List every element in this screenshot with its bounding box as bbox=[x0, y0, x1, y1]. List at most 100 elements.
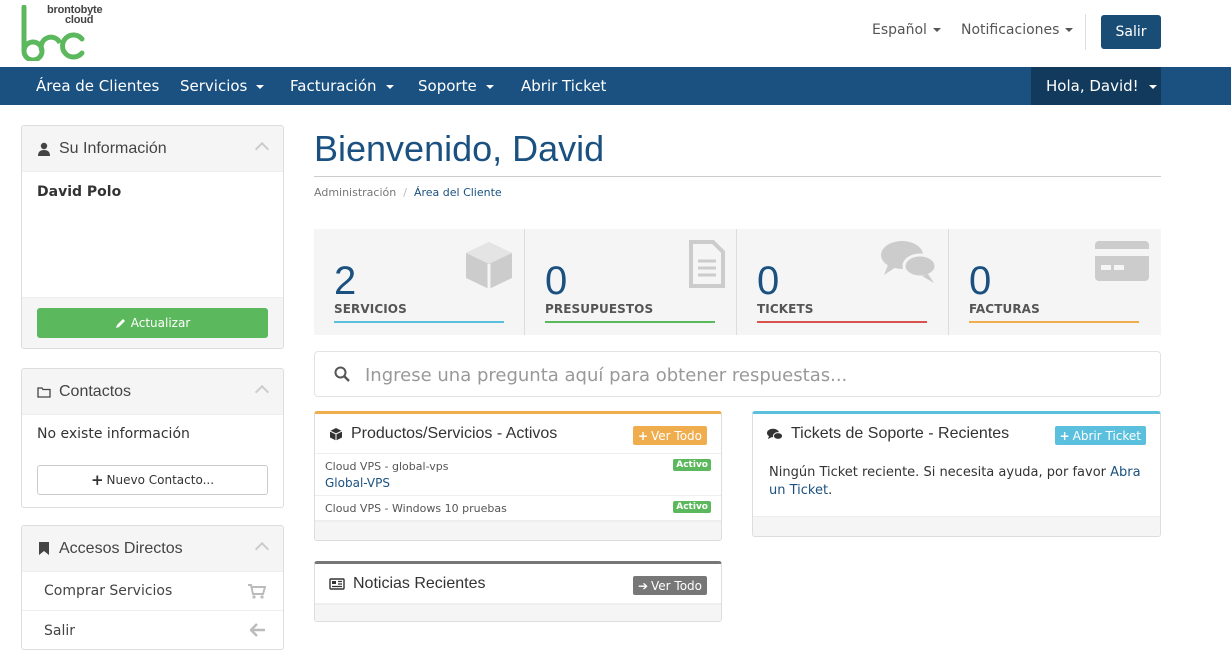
search-icon bbox=[334, 366, 350, 386]
nav-label: Servicios bbox=[180, 77, 248, 95]
nav-label: Área de Clientes bbox=[36, 77, 160, 95]
arrow-left-icon bbox=[249, 623, 266, 641]
arrow-right-icon: ➔ bbox=[637, 578, 648, 593]
service-row[interactable]: Cloud VPS - Windows 10 pruebas Activo bbox=[315, 496, 721, 521]
panel-header: Accesos Directos bbox=[22, 526, 283, 572]
caret-down-icon bbox=[256, 84, 265, 89]
panel-header: Su Información bbox=[22, 126, 283, 172]
button-label: Actualizar bbox=[130, 316, 191, 330]
language-dropdown[interactable]: Español bbox=[872, 22, 941, 38]
cube-icon bbox=[329, 427, 343, 441]
card-header: Productos/Servicios - Activos + Ver Todo bbox=[315, 414, 721, 454]
chevron-up-icon[interactable] bbox=[254, 541, 270, 557]
service-name: Cloud VPS - Windows 10 pruebas bbox=[325, 502, 507, 515]
status-badge: Activo bbox=[673, 459, 711, 471]
tickets-text: Ningún Ticket reciente. Si necesita ayud… bbox=[769, 465, 1107, 480]
card-recent-tickets: Tickets de Soporte - Recientes + Abrir Ti… bbox=[752, 411, 1161, 537]
search-input[interactable] bbox=[365, 360, 1145, 390]
title-divider bbox=[314, 176, 1161, 177]
tile-label: FACTURAS bbox=[969, 302, 1040, 316]
new-contact-button[interactable]: + Nuevo Contacto... bbox=[37, 465, 268, 495]
chevron-up-icon[interactable] bbox=[254, 384, 270, 400]
tile-label: PRESUPUESTOS bbox=[545, 302, 654, 316]
nav-services[interactable]: Servicios bbox=[180, 67, 265, 105]
tile-services[interactable]: 2 SERVICIOS bbox=[314, 229, 525, 335]
products-view-all-button[interactable]: + Ver Todo bbox=[632, 426, 707, 445]
contacts-empty-text: No existe información bbox=[37, 426, 190, 442]
nav-billing[interactable]: Facturación bbox=[290, 67, 394, 105]
breadcrumb: Administración / Área del Cliente bbox=[314, 186, 502, 199]
top-header: brontobyte cloud Español Notificaciones … bbox=[0, 0, 1231, 67]
tile-invoices[interactable]: 0 FACTURAS bbox=[949, 229, 1160, 335]
panel-shortcuts: Accesos Directos Comprar Servicios Salir bbox=[21, 525, 284, 650]
plus-icon: + bbox=[637, 428, 648, 443]
card-footer bbox=[753, 516, 1160, 536]
service-domain-link[interactable]: Global-VPS bbox=[325, 476, 711, 490]
panel-title: Su Información bbox=[59, 139, 167, 157]
card-header: Tickets de Soporte - Recientes + Abrir Ti… bbox=[753, 414, 1160, 454]
service-row[interactable]: Cloud VPS - global-vps Global-VPS Activo bbox=[315, 454, 721, 496]
shortcut-logout[interactable]: Salir bbox=[22, 611, 283, 649]
open-ticket-button[interactable]: + Abrir Ticket bbox=[1054, 426, 1146, 445]
nav-label: Abrir Ticket bbox=[521, 77, 607, 95]
caret-down-icon bbox=[1148, 84, 1157, 89]
folder-icon bbox=[37, 385, 51, 399]
user-greeting: Hola, David! bbox=[1046, 77, 1139, 95]
panel-your-info: Su Información David Polo Actualizar bbox=[21, 125, 284, 349]
user-menu[interactable]: Hola, David! bbox=[1031, 67, 1161, 105]
tile-value: 0 bbox=[545, 259, 568, 303]
breadcrumb-separator: / bbox=[403, 186, 407, 199]
credit-card-icon bbox=[1094, 239, 1150, 287]
tile-value: 0 bbox=[969, 259, 992, 303]
button-label: Ver Todo bbox=[651, 428, 702, 443]
news-view-all-button[interactable]: ➔ Ver Todo bbox=[632, 576, 707, 595]
panel-contacts: Contactos No existe información + Nuevo … bbox=[21, 368, 284, 508]
language-label: Español bbox=[872, 22, 927, 38]
header-divider bbox=[1085, 14, 1086, 50]
caret-down-icon bbox=[385, 84, 394, 89]
chevron-up-icon[interactable] bbox=[254, 141, 270, 157]
shortcut-label: Salir bbox=[44, 622, 76, 639]
tile-quotes[interactable]: 0 PRESUPUESTOS bbox=[525, 229, 736, 335]
tile-underline bbox=[545, 321, 715, 323]
caret-down-icon bbox=[1065, 28, 1074, 32]
caret-down-icon bbox=[932, 28, 941, 32]
open-ticket-link-continued[interactable]: Ticket bbox=[790, 483, 828, 498]
service-name: Cloud VPS - global-vps bbox=[325, 460, 449, 473]
panel-header: Contactos bbox=[22, 369, 283, 415]
status-badge: Activo bbox=[673, 501, 711, 513]
bookmark-icon bbox=[37, 542, 51, 556]
breadcrumb-root[interactable]: Administración bbox=[314, 186, 396, 199]
knowledgebase-search bbox=[314, 351, 1161, 397]
nav-open-ticket[interactable]: Abrir Ticket bbox=[521, 67, 606, 105]
nav-label: Soporte bbox=[418, 77, 477, 95]
panel-title: Contactos bbox=[59, 382, 132, 400]
plus-icon: + bbox=[1059, 428, 1070, 443]
chat-icon bbox=[767, 428, 783, 441]
stats-tiles: 2 SERVICIOS 0 PRESUPUESTOS 0 TICKETS 0 F… bbox=[314, 229, 1161, 335]
tile-underline bbox=[757, 321, 927, 323]
card-footer bbox=[315, 521, 721, 540]
button-label: Nuevo Contacto... bbox=[106, 473, 215, 487]
nav-client-area[interactable]: Área de Clientes bbox=[36, 67, 159, 105]
tile-label: SERVICIOS bbox=[334, 302, 407, 316]
update-info-button[interactable]: Actualizar bbox=[37, 308, 268, 338]
tile-tickets[interactable]: 0 TICKETS bbox=[737, 229, 948, 335]
panel-footer: Actualizar bbox=[22, 297, 283, 348]
panel-title: Accesos Directos bbox=[59, 539, 183, 557]
breadcrumb-current: Área del Cliente bbox=[413, 186, 502, 199]
document-icon bbox=[688, 239, 726, 293]
shortcut-buy-services[interactable]: Comprar Servicios bbox=[22, 572, 283, 611]
tickets-empty-message: Ningún Ticket reciente. Si necesita ayud… bbox=[753, 454, 1160, 510]
button-label: Abrir Ticket bbox=[1072, 428, 1141, 443]
tile-label: TICKETS bbox=[757, 302, 814, 316]
logout-button[interactable]: Salir bbox=[1101, 15, 1161, 49]
card-recent-news: Noticias Recientes ➔ Ver Todo bbox=[314, 561, 722, 622]
tickets-text-end: . bbox=[828, 483, 833, 498]
tile-underline bbox=[334, 321, 504, 323]
brand-logo[interactable]: brontobyte cloud bbox=[20, 5, 103, 61]
notifications-dropdown[interactable]: Notificaciones bbox=[961, 22, 1074, 38]
nav-support[interactable]: Soporte bbox=[418, 67, 494, 105]
tile-underline bbox=[969, 321, 1139, 323]
plus-icon: + bbox=[90, 471, 104, 489]
